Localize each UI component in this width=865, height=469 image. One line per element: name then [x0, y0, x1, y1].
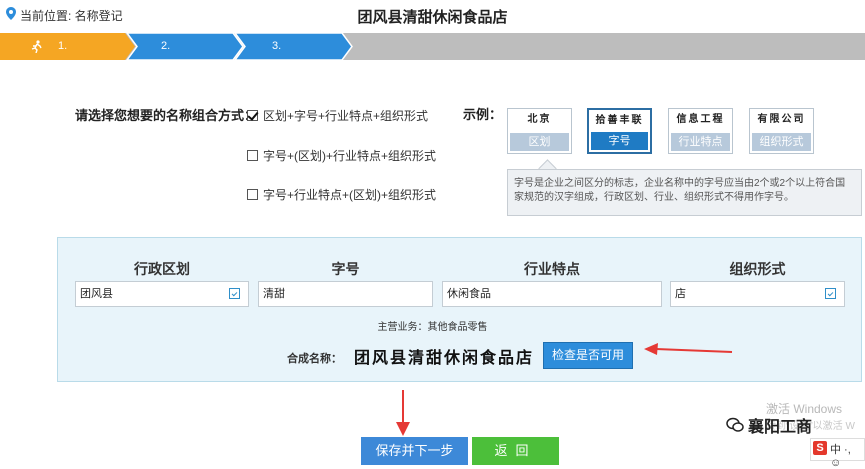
combo-option-2[interactable]: 字号+(区划)+行业特点+组织形式 [247, 147, 436, 163]
example-label: 示例： [463, 107, 503, 122]
column-header-region: 行政区划 [134, 261, 190, 277]
column-header-org-form: 组织形式 [729, 261, 786, 277]
checkbox-unchecked[interactable] [247, 149, 258, 161]
region-field[interactable]: 团风县 [75, 281, 249, 307]
industry-field[interactable]: 休闲食品 [442, 281, 662, 307]
example-card-trade-name[interactable]: 拾善丰联 字号 [587, 108, 652, 154]
combo-prompt: 请选择您想要的名称组合方式： [75, 108, 258, 123]
example-card-org-form[interactable]: 有限公司 组织形式 [749, 108, 814, 154]
runner-icon [31, 40, 42, 53]
combined-name-label: 合成名称： [287, 353, 342, 365]
check-availability-button[interactable]: 检查是否可用 [543, 342, 633, 369]
checkbox-unchecked[interactable] [247, 188, 258, 200]
main-business-text: 主营业务：其他食品零售 [377, 322, 488, 333]
trade-name-tooltip: 字号是企业之间区分的标志，企业名称中的字号应当由2个或2个以上符合国家规范的汉字… [507, 169, 862, 216]
trade-name-field[interactable]: 清甜 [258, 281, 433, 307]
checkbox-checked[interactable] [247, 109, 258, 121]
org-form-field[interactable]: 店 [670, 281, 845, 307]
wechat-icon [726, 417, 744, 432]
column-header-industry: 行业特点 [524, 261, 580, 277]
annotation-arrow-down [396, 390, 410, 436]
sogou-icon[interactable]: S [813, 441, 827, 455]
annotation-arrow-right [644, 343, 733, 355]
example-card-region[interactable]: 北京 区划 [507, 108, 572, 154]
combo-option-1[interactable]: 区划+字号+行业特点+组织形式 [247, 107, 428, 123]
step-arrows [0, 33, 353, 60]
brand-watermark: 襄阳工商 [748, 419, 813, 436]
ime-toolbar[interactable]: S 中 ·, ☺ [810, 438, 865, 469]
page-title: 团风县清甜休闲食品店 [357, 9, 508, 26]
column-header-trade-name: 字号 [331, 261, 360, 277]
edit-icon[interactable] [825, 288, 836, 299]
example-card-industry[interactable]: 信息工程 行业特点 [668, 108, 733, 154]
step-2-shape [126, 33, 244, 60]
step-3-shape [234, 33, 353, 60]
step-progress-bar: 1.名称信息 2.补充信息 3.上传材料 [0, 33, 865, 160]
edit-icon[interactable] [229, 288, 240, 299]
combined-name-value: 团风县清甜休闲食品店 [354, 348, 535, 367]
combo-option-3[interactable]: 字号+行业特点+(区划)+组织形式 [247, 186, 436, 202]
